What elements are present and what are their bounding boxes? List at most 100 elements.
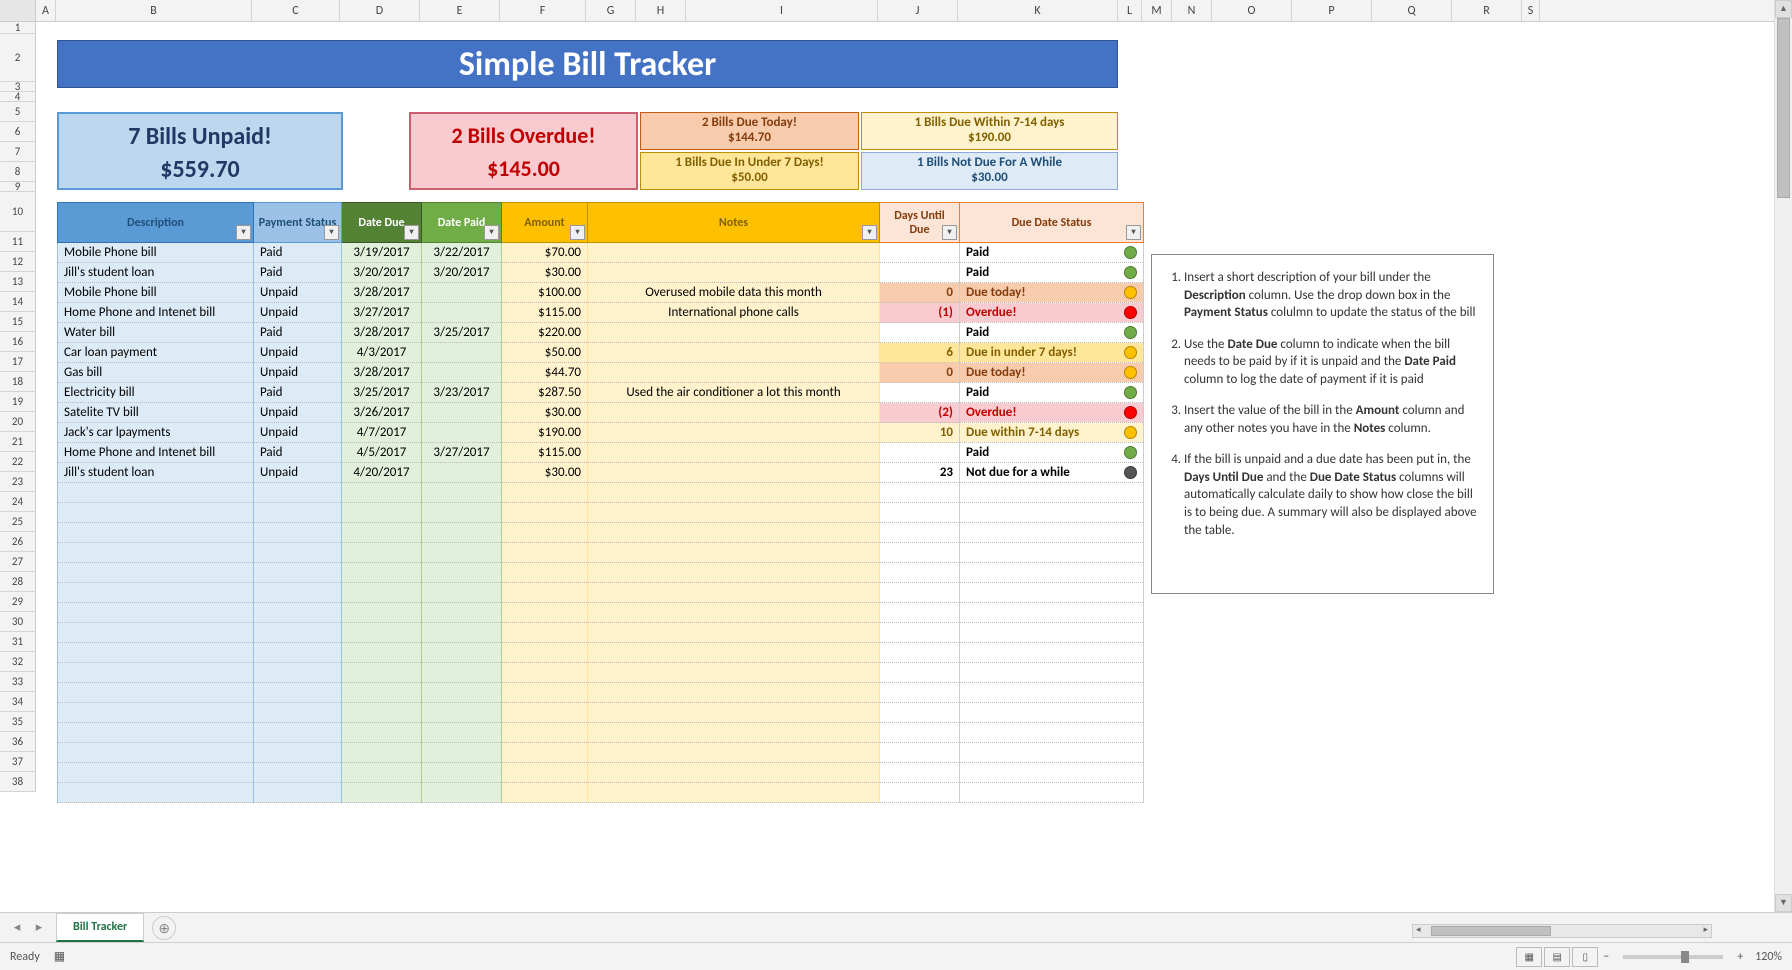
cell-date-paid[interactable]: 3/25/2017 (422, 323, 502, 343)
cell-status[interactable]: Due in under 7 days! (960, 343, 1144, 363)
table-row-empty[interactable] (58, 583, 1144, 603)
cell-notes[interactable] (588, 423, 880, 443)
table-row[interactable]: Mobile Phone billPaid3/19/20173/22/2017$… (58, 243, 1144, 263)
view-page-break-button[interactable]: ▯ (1572, 947, 1598, 967)
cell-days-until-due[interactable] (880, 383, 960, 403)
cell-date-due[interactable]: 3/27/2017 (342, 303, 422, 323)
filter-button[interactable]: ▾ (942, 225, 957, 240)
cell-days-until-due[interactable]: 23 (880, 463, 960, 483)
cell-status[interactable]: Overdue! (960, 403, 1144, 423)
cell-amount[interactable]: $190.00 (502, 423, 588, 443)
cell-payment-status[interactable]: Paid (254, 383, 342, 403)
column-header-O[interactable]: O (1212, 0, 1292, 21)
table-row-empty[interactable] (58, 623, 1144, 643)
cell-days-until-due[interactable] (880, 323, 960, 343)
cell-days-until-due[interactable]: (2) (880, 403, 960, 423)
row-header-11[interactable]: 11 (0, 232, 36, 252)
table-row[interactable]: Home Phone and Intenet billUnpaid3/27/20… (58, 303, 1144, 323)
macro-icon[interactable]: ▦ (54, 949, 65, 964)
cell-amount[interactable]: $100.00 (502, 283, 588, 303)
column-header-D[interactable]: D (340, 0, 420, 21)
cell-date-paid[interactable]: 3/23/2017 (422, 383, 502, 403)
cell-date-due[interactable]: 4/5/2017 (342, 443, 422, 463)
cell-notes[interactable]: Used the air conditioner a lot this mont… (588, 383, 880, 403)
cell-notes[interactable] (588, 363, 880, 383)
cell-status[interactable]: Not due for a while (960, 463, 1144, 483)
cell-amount[interactable]: $50.00 (502, 343, 588, 363)
cell-date-due[interactable]: 3/28/2017 (342, 363, 422, 383)
spreadsheet-grid[interactable]: Simple Bill Tracker 7 Bills Unpaid! $559… (36, 22, 1774, 912)
table-row-empty[interactable] (58, 603, 1144, 623)
table-row[interactable]: Jill's student loanPaid3/20/20173/20/201… (58, 263, 1144, 283)
row-header-31[interactable]: 31 (0, 632, 36, 652)
cell-amount[interactable]: $30.00 (502, 463, 588, 483)
table-row[interactable]: Water billPaid3/28/20173/25/2017$220.00P… (58, 323, 1144, 343)
row-header-30[interactable]: 30 (0, 612, 36, 632)
cell-date-due[interactable]: 4/20/2017 (342, 463, 422, 483)
row-header-8[interactable]: 8 (0, 162, 36, 182)
cell-days-until-due[interactable] (880, 443, 960, 463)
row-header-12[interactable]: 12 (0, 252, 36, 272)
row-header-21[interactable]: 21 (0, 432, 36, 452)
row-header-38[interactable]: 38 (0, 772, 36, 792)
cell-notes[interactable] (588, 263, 880, 283)
cell-date-due[interactable]: 4/7/2017 (342, 423, 422, 443)
table-row-empty[interactable] (58, 643, 1144, 663)
column-header-S[interactable]: S (1522, 0, 1540, 21)
cell-payment-status[interactable]: Unpaid (254, 403, 342, 423)
cell-amount[interactable]: $220.00 (502, 323, 588, 343)
row-header-14[interactable]: 14 (0, 292, 36, 312)
hscroll-thumb[interactable] (1431, 926, 1551, 936)
cell-amount[interactable]: $287.50 (502, 383, 588, 403)
table-row-empty[interactable] (58, 543, 1144, 563)
filter-button[interactable]: ▾ (862, 225, 877, 240)
table-row-empty[interactable] (58, 783, 1144, 803)
row-header-4[interactable]: 4 (0, 92, 36, 102)
cell-amount[interactable]: $30.00 (502, 263, 588, 283)
cell-payment-status[interactable]: Paid (254, 263, 342, 283)
row-header-27[interactable]: 27 (0, 552, 36, 572)
row-header-26[interactable]: 26 (0, 532, 36, 552)
cell-amount[interactable]: $44.70 (502, 363, 588, 383)
column-header-H[interactable]: H (636, 0, 686, 21)
cell-status[interactable]: Due within 7-14 days (960, 423, 1144, 443)
sheet-tab-bill-tracker[interactable]: Bill Tracker (56, 913, 144, 942)
scroll-down-button[interactable]: ▼ (1775, 894, 1792, 912)
zoom-level[interactable]: 120% (1755, 950, 1782, 964)
cell-status[interactable]: Paid (960, 443, 1144, 463)
select-all-corner[interactable] (0, 0, 36, 21)
column-header-N[interactable]: N (1172, 0, 1212, 21)
table-row-empty[interactable] (58, 743, 1144, 763)
cell-notes[interactable] (588, 343, 880, 363)
table-row[interactable]: Satelite TV billUnpaid3/26/2017$30.00(2)… (58, 403, 1144, 423)
row-header-28[interactable]: 28 (0, 572, 36, 592)
cell-notes[interactable] (588, 403, 880, 423)
tab-nav-buttons[interactable]: ◂▸ (0, 920, 56, 935)
row-header-6[interactable]: 6 (0, 122, 36, 142)
cell-days-until-due[interactable]: 0 (880, 363, 960, 383)
column-header-I[interactable]: I (686, 0, 878, 21)
cell-amount[interactable]: $70.00 (502, 243, 588, 263)
column-header-K[interactable]: K (958, 0, 1118, 21)
table-row-empty[interactable] (58, 483, 1144, 503)
zoom-out-button[interactable]: − (1599, 950, 1613, 964)
filter-button[interactable]: ▾ (404, 225, 419, 240)
filter-button[interactable]: ▾ (236, 225, 251, 240)
cell-days-until-due[interactable] (880, 243, 960, 263)
column-header-R[interactable]: R (1452, 0, 1522, 21)
table-row[interactable]: Jill's student loanUnpaid4/20/2017$30.00… (58, 463, 1144, 483)
cell-date-paid[interactable] (422, 463, 502, 483)
vertical-scrollbar[interactable]: ▲ ▼ (1774, 0, 1792, 912)
cell-date-due[interactable]: 3/20/2017 (342, 263, 422, 283)
cell-status[interactable]: Paid (960, 263, 1144, 283)
cell-notes[interactable] (588, 443, 880, 463)
table-row-empty[interactable] (58, 683, 1144, 703)
filter-button[interactable]: ▾ (570, 225, 585, 240)
cell-description[interactable]: Car loan payment (58, 343, 254, 363)
row-header-24[interactable]: 24 (0, 492, 36, 512)
row-header-5[interactable]: 5 (0, 102, 36, 122)
cell-days-until-due[interactable]: 6 (880, 343, 960, 363)
cell-date-paid[interactable] (422, 283, 502, 303)
column-header-E[interactable]: E (420, 0, 500, 21)
cell-status[interactable]: Due today! (960, 283, 1144, 303)
